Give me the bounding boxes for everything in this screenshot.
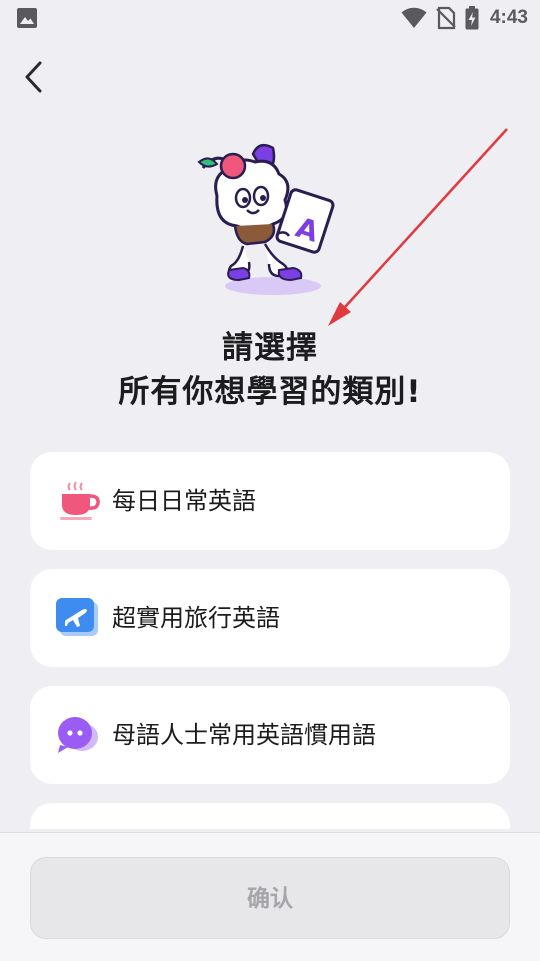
title-line-1: 請選擇 [222, 330, 318, 366]
category-option-travel[interactable]: 超實用旅行英語 [30, 569, 510, 667]
mascot-illustration: A [197, 143, 335, 295]
category-list: 每日日常英語 超實用旅行英語 母語人士常用英語慣用語 [30, 452, 510, 829]
coffee-cup-icon [60, 481, 100, 520]
category-label-travel: 超實用旅行英語 [112, 604, 280, 632]
no-sim-icon [436, 6, 456, 30]
back-button[interactable] [20, 58, 52, 96]
category-option-idioms[interactable]: 母語人士常用英語慣用語 [30, 686, 510, 784]
footer-bar: 确认 [0, 832, 540, 961]
airplane-ticket-icon [56, 598, 98, 636]
category-label-daily: 每日日常英語 [112, 487, 256, 515]
battery-charging-icon [465, 6, 479, 30]
wifi-icon [401, 7, 427, 29]
title-line-2: 所有你想學習的類別! [118, 374, 422, 410]
confirm-button[interactable]: 确认 [30, 857, 510, 939]
chevron-left-icon [25, 61, 42, 93]
page-title: 請選擇 所有你想學習的類別! [0, 326, 540, 414]
status-bar: 4:43 [0, 0, 540, 36]
status-time: 4:43 [489, 7, 528, 28]
category-option-next[interactable] [30, 803, 510, 829]
chat-bubble-icon [58, 717, 98, 753]
category-label-idioms: 母語人士常用英語慣用語 [112, 721, 376, 749]
category-option-daily[interactable]: 每日日常英語 [30, 452, 510, 550]
gallery-icon [17, 8, 37, 28]
